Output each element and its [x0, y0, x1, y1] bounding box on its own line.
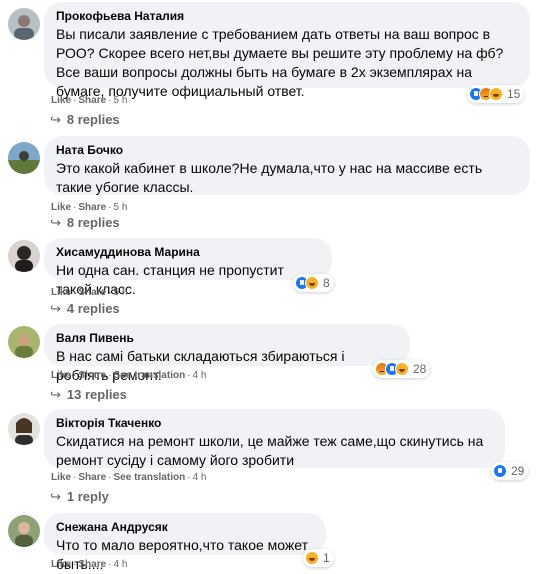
- comment-bubble: Ната Бочко Это какой кабинет в школе?Не …: [44, 136, 530, 195]
- replies-label: 13 replies: [66, 387, 127, 402]
- replies-label: 8 replies: [66, 112, 120, 127]
- reaction-summary[interactable]: 28: [373, 360, 431, 378]
- avatar[interactable]: [8, 515, 40, 547]
- comment-text: Скидатися на ремонт школи, це майже теж …: [56, 433, 484, 468]
- reaction-summary[interactable]: 15: [467, 85, 525, 103]
- comment-time[interactable]: 5 h: [114, 287, 128, 298]
- like-button[interactable]: Like: [51, 559, 71, 570]
- reaction-count: 28: [413, 362, 427, 376]
- comment-time[interactable]: 5 h: [114, 202, 128, 213]
- comment-time[interactable]: 4 h: [114, 559, 128, 570]
- comment-actions: Like · Share · See translation · 4 h: [51, 370, 207, 381]
- haha-icon: [489, 87, 503, 101]
- avatar[interactable]: [8, 326, 40, 358]
- reply-arrow-icon: ↪: [50, 387, 61, 402]
- like-button[interactable]: Like: [51, 287, 71, 298]
- share-button[interactable]: Share: [78, 559, 106, 570]
- reaction-count: 1: [323, 551, 330, 565]
- like-button[interactable]: Like: [51, 202, 71, 213]
- comment-time[interactable]: 4 h: [193, 370, 207, 381]
- comment-author[interactable]: Хисамуддинова Марина: [56, 245, 320, 260]
- comment-actions: Like · Share · 5 h: [51, 202, 128, 213]
- like-icon: [493, 464, 507, 478]
- comment-text: Это какой кабинет в школе?Не думала,что …: [56, 160, 483, 195]
- comment-bubble: Снежана Андрусяк Что то мало вероятно,чт…: [44, 513, 326, 572]
- share-button[interactable]: Share: [78, 472, 106, 483]
- reaction-count: 29: [511, 464, 525, 478]
- view-replies-button[interactable]: ↪ 8 replies: [50, 112, 120, 128]
- view-replies-button[interactable]: ↪ 1 reply: [50, 489, 109, 505]
- comment-actions: Like · Share · 4 h: [51, 559, 128, 570]
- like-button[interactable]: Like: [51, 472, 71, 483]
- see-translation-link[interactable]: See translation: [114, 472, 186, 483]
- reaction-count: 15: [507, 87, 521, 101]
- replies-label: 4 replies: [66, 301, 120, 316]
- reply-arrow-icon: ↪: [50, 301, 61, 316]
- view-replies-button[interactable]: ↪ 13 replies: [50, 387, 127, 403]
- haha-icon: [395, 362, 409, 376]
- share-button[interactable]: Share: [78, 370, 106, 381]
- comment-author[interactable]: Ната Бочко: [56, 143, 518, 158]
- comment-bubble: Прокофьева Наталия Вы писали заявление с…: [44, 2, 530, 99]
- see-translation-link[interactable]: See translation: [114, 370, 186, 381]
- reply-arrow-icon: ↪: [50, 112, 61, 127]
- replies-label: 8 replies: [66, 215, 120, 230]
- share-button[interactable]: Share: [78, 95, 106, 106]
- avatar[interactable]: [8, 8, 40, 40]
- replies-label: 1 reply: [66, 489, 109, 504]
- comment-bubble: Валя Пивень В нас самі батьки складаютьс…: [44, 324, 410, 383]
- avatar[interactable]: [8, 240, 40, 272]
- comment-actions: Like · Share · See translation · 4 h: [51, 472, 207, 483]
- haha-icon: [305, 276, 319, 290]
- haha-icon: [305, 551, 319, 565]
- comment-author[interactable]: Валя Пивень: [56, 331, 398, 346]
- comment-text: Вы писали заявление с требованием дать о…: [56, 26, 504, 99]
- reply-arrow-icon: ↪: [50, 489, 61, 504]
- view-replies-button[interactable]: ↪ 4 replies: [50, 301, 120, 317]
- avatar[interactable]: [8, 413, 40, 445]
- reaction-summary[interactable]: 8: [293, 274, 334, 292]
- comment-bubble: Вікторія Ткаченко Скидатися на ремонт шк…: [44, 409, 505, 468]
- share-button[interactable]: Share: [78, 287, 106, 298]
- comment-author[interactable]: Вікторія Ткаченко: [56, 416, 493, 431]
- view-replies-button[interactable]: ↪ 8 replies: [50, 215, 120, 231]
- like-button[interactable]: Like: [51, 95, 71, 106]
- reaction-count: 8: [323, 276, 330, 290]
- avatar[interactable]: [8, 142, 40, 174]
- comment-actions: Like · Share · 5 h: [51, 95, 128, 106]
- comment-time[interactable]: 4 h: [193, 472, 207, 483]
- comment-bubble: Хисамуддинова Марина Ни одна сан. станци…: [44, 238, 332, 297]
- reaction-summary[interactable]: 29: [491, 462, 529, 480]
- reaction-summary[interactable]: 1: [303, 549, 334, 567]
- comment-time[interactable]: 5 h: [114, 95, 128, 106]
- reply-arrow-icon: ↪: [50, 215, 61, 230]
- comment-author[interactable]: Снежана Андрусяк: [56, 520, 314, 535]
- share-button[interactable]: Share: [78, 202, 106, 213]
- comment-actions: Like · Share · 5 h: [51, 287, 128, 298]
- like-button[interactable]: Like: [51, 370, 71, 381]
- comment-author[interactable]: Прокофьева Наталия: [56, 9, 518, 24]
